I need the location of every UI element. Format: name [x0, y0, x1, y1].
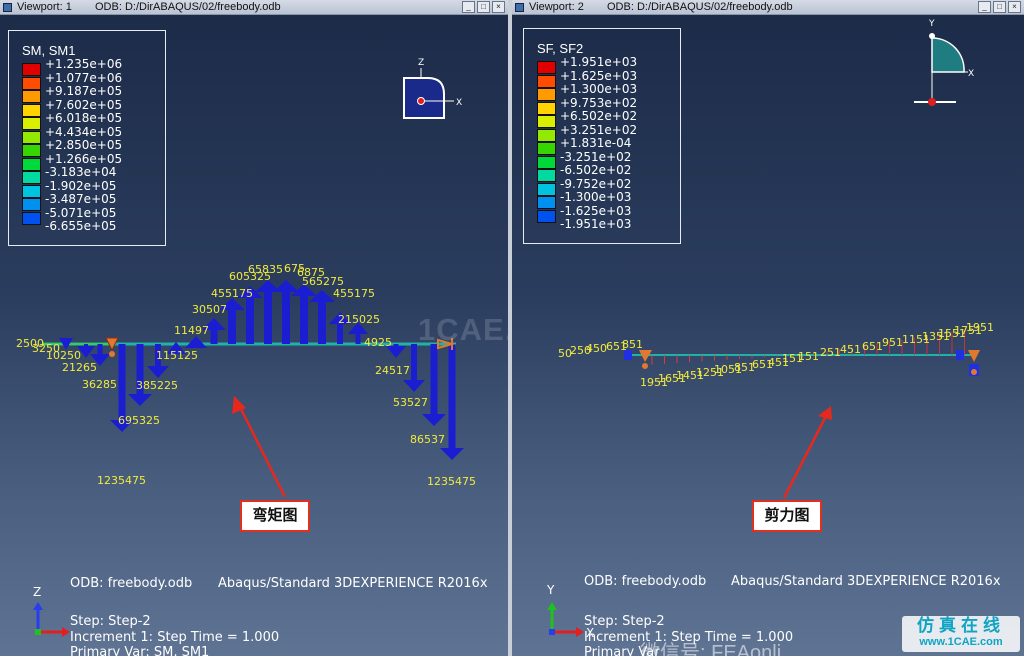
value-label: 251: [820, 346, 841, 359]
triad-y-label: Y: [546, 583, 555, 597]
shear-force-diagram: 50250450 65185119511651145112511051851651…: [558, 321, 994, 499]
value-label: 695325: [118, 414, 160, 427]
value-label: 215025: [338, 313, 380, 326]
triad-x-label: X: [586, 626, 594, 640]
right-support-icon: [956, 350, 980, 376]
moment-arrow: [318, 300, 326, 344]
value-label: 1235475: [427, 475, 476, 488]
footer-step: Step: Step-2: [70, 614, 151, 629]
moment-arrow: [300, 294, 308, 344]
value-label: 86537: [410, 433, 445, 446]
triad-z-label: Z: [33, 585, 41, 599]
coordinate-triad-icon: Z: [33, 585, 70, 637]
brand-badge[interactable]: 仿真在线 www.1CAE.com: [902, 616, 1020, 652]
moment-arrow: [448, 344, 456, 450]
value-label: 115125: [156, 349, 198, 362]
value-label: 36285: [82, 378, 117, 391]
value-label: 21265: [62, 361, 97, 374]
value-label: 1235475: [97, 474, 146, 487]
moment-arrow: [210, 328, 218, 344]
moment-arrow: [411, 344, 417, 382]
viewport-2[interactable]: Viewport: 2 ODB: D:/DirABAQUS/02/freebod…: [512, 0, 1024, 656]
value-label: 451: [840, 343, 861, 356]
footer-odb: ODB: freebody.odb: [70, 576, 193, 591]
value-label: 450: [586, 342, 607, 355]
footer-primary-var: Primary Var: SM, SM1: [70, 645, 210, 656]
moment-arrowhead: [185, 336, 207, 348]
shear-force-callout: 剪力图: [752, 500, 822, 532]
value-label: 11497: [174, 324, 209, 337]
value-label: 4925: [364, 336, 392, 349]
value-label: 65: [248, 263, 262, 276]
value-label: 651: [862, 340, 883, 353]
brand-name: 仿真在线: [917, 616, 1005, 635]
value-label: 1951: [966, 321, 994, 334]
moment-arrowhead: [422, 414, 446, 426]
footer-solver: Abaqus/Standard 3DEXPERIENCE R2016x: [218, 576, 488, 591]
moment-arrowhead: [403, 380, 425, 392]
value-label: 835: [262, 263, 283, 276]
coordinate-triad-icon: Y X: [546, 583, 594, 640]
viewport-1[interactable]: Viewport: 1 ODB: D:/DirABAQUS/02/freebod…: [0, 0, 508, 656]
footer-increment: Increment 1: Step Time = 1.000: [70, 630, 280, 645]
moment-arrowhead: [273, 280, 299, 292]
wechat-watermark: 微信号: FEAonli: [640, 642, 782, 656]
moment-arrowhead: [147, 366, 169, 378]
value-label: 385225: [136, 379, 178, 392]
footer-odb: ODB: freebody.odb: [584, 574, 707, 589]
bending-moment-callout: 弯矩图: [240, 500, 310, 532]
left-support-icon: [624, 350, 652, 369]
value-label: 951: [882, 336, 903, 349]
value-label: 455175: [333, 287, 375, 300]
moment-arrow: [246, 296, 254, 344]
value-label: 30507: [192, 303, 227, 316]
moment-arrow: [228, 308, 236, 344]
footer-solver: Abaqus/Standard 3DEXPERIENCE R2016x: [731, 574, 1001, 589]
brand-url: www.1CAE.com: [919, 636, 1003, 648]
watermark: 1CAE.COM: [418, 312, 508, 347]
moment-arrow: [118, 344, 126, 422]
value-label: 851: [622, 338, 643, 351]
moment-arrow: [430, 344, 438, 416]
value-label: 151: [798, 350, 819, 363]
moment-arrow: [282, 290, 290, 344]
moment-arrowhead: [440, 448, 464, 460]
value-label: 455175: [211, 287, 253, 300]
value-label: 53527: [393, 396, 428, 409]
moment-arrow: [264, 290, 272, 344]
value-label: 24517: [375, 364, 410, 377]
moment-arrowhead: [128, 394, 152, 406]
